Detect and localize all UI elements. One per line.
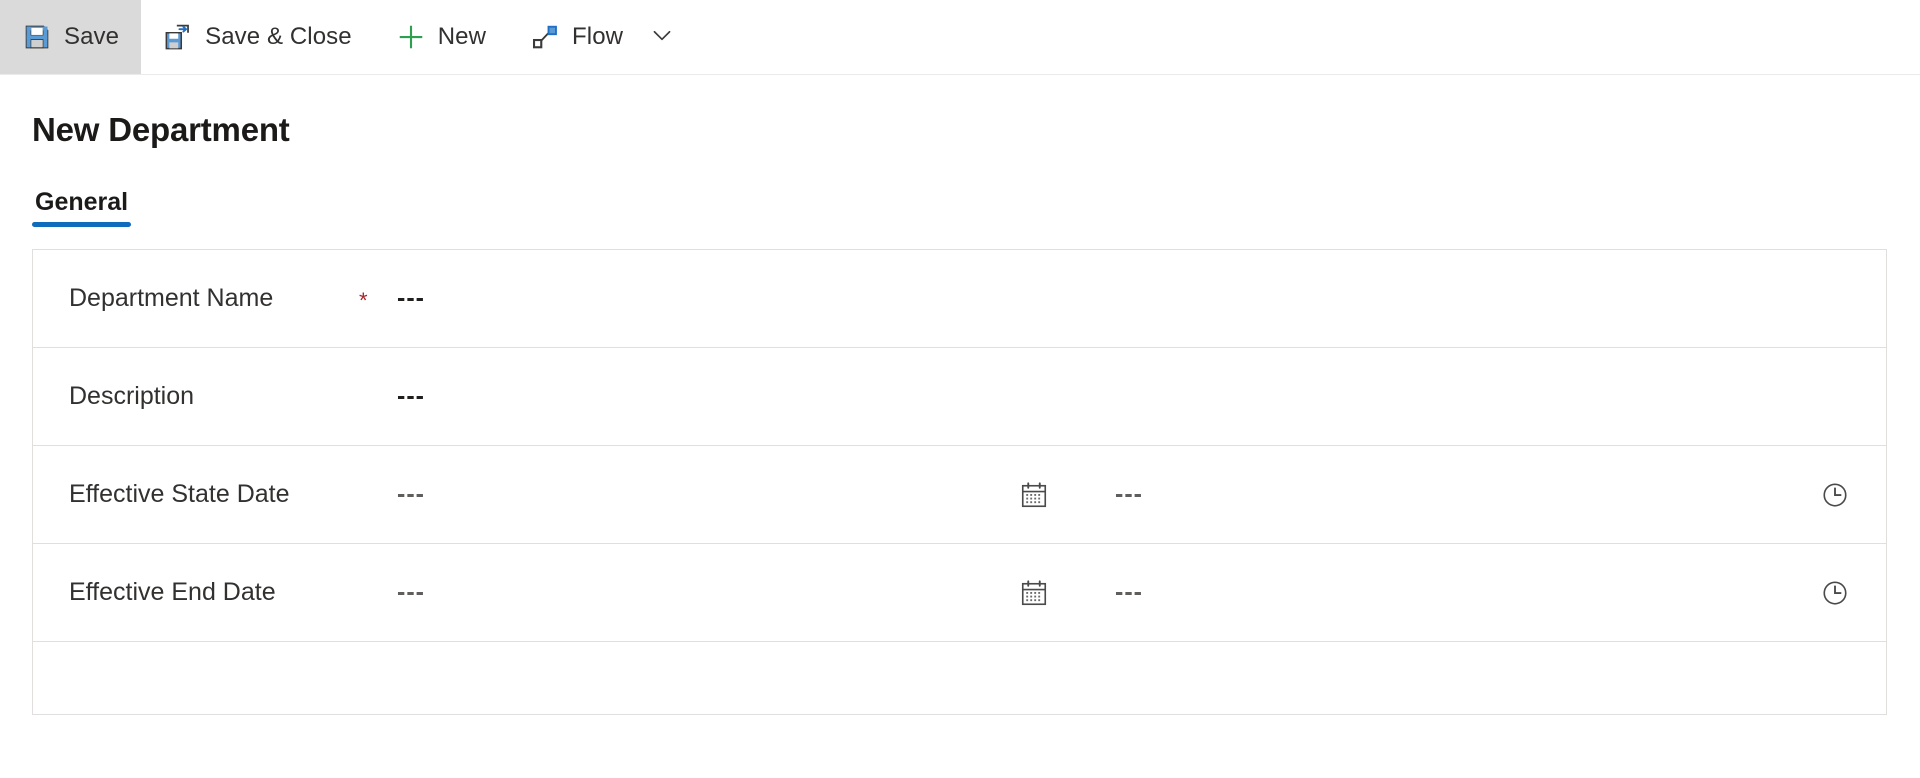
required-indicator bbox=[359, 395, 397, 399]
clock-icon[interactable] bbox=[1818, 576, 1852, 610]
save-button-label: Save bbox=[64, 23, 120, 50]
field-label-department-name: Department Name bbox=[69, 284, 274, 312]
page-title: New Department bbox=[32, 111, 290, 148]
tab-general-label: General bbox=[35, 188, 129, 216]
required-indicator: * bbox=[359, 287, 368, 313]
new-button-label: New bbox=[437, 23, 487, 50]
plus-icon bbox=[396, 22, 426, 52]
flow-icon bbox=[530, 22, 560, 52]
field-label-effective-state-date: Effective State Date bbox=[69, 480, 290, 508]
flow-button[interactable]: Flow bbox=[508, 0, 645, 74]
save-and-close-button-label: Save & Close bbox=[205, 23, 352, 50]
form-row: Department Name * --- bbox=[33, 250, 1886, 348]
tab-strip: General bbox=[32, 183, 1888, 227]
form-row: Effective End Date --- --- bbox=[33, 544, 1886, 642]
save-and-close-button[interactable]: Save & Close bbox=[141, 0, 374, 74]
time-picker-slot bbox=[1818, 478, 1852, 512]
form-card: Department Name * --- Description --- Ef… bbox=[32, 249, 1887, 715]
field-value-effective-end-date[interactable]: --- bbox=[397, 578, 1017, 607]
field-label-effective-end-date: Effective End Date bbox=[69, 578, 276, 606]
calendar-icon[interactable] bbox=[1017, 576, 1051, 610]
calendar-icon[interactable] bbox=[1017, 478, 1051, 512]
field-value-effective-end-time[interactable]: --- bbox=[1115, 578, 1675, 607]
save-icon bbox=[22, 22, 52, 52]
required-indicator bbox=[359, 591, 397, 595]
chevron-down-icon bbox=[649, 22, 675, 53]
tab-general[interactable]: General bbox=[32, 188, 132, 227]
clock-icon[interactable] bbox=[1818, 478, 1852, 512]
new-button[interactable]: New bbox=[374, 0, 508, 74]
field-value-effective-state-time[interactable]: --- bbox=[1115, 480, 1675, 509]
save-button[interactable]: Save bbox=[0, 0, 142, 74]
form-row: Description --- bbox=[33, 348, 1886, 446]
command-bar-overflow-button[interactable] bbox=[645, 0, 697, 74]
page-body: New Department General Department Name *… bbox=[0, 111, 1920, 715]
time-picker-slot bbox=[1818, 576, 1852, 610]
save-and-close-icon bbox=[163, 22, 193, 52]
field-label-description: Description bbox=[69, 382, 195, 410]
flow-button-label: Flow bbox=[572, 23, 624, 50]
required-indicator bbox=[359, 493, 397, 497]
field-value-department-name[interactable]: --- bbox=[397, 284, 425, 313]
field-value-description[interactable]: --- bbox=[397, 382, 425, 411]
form-row: Effective State Date --- --- bbox=[33, 446, 1886, 544]
command-bar: Save Save & Close New Flow bbox=[0, 0, 1920, 75]
form-card-bottom-space bbox=[33, 642, 1886, 714]
field-value-effective-state-date[interactable]: --- bbox=[397, 480, 1017, 509]
